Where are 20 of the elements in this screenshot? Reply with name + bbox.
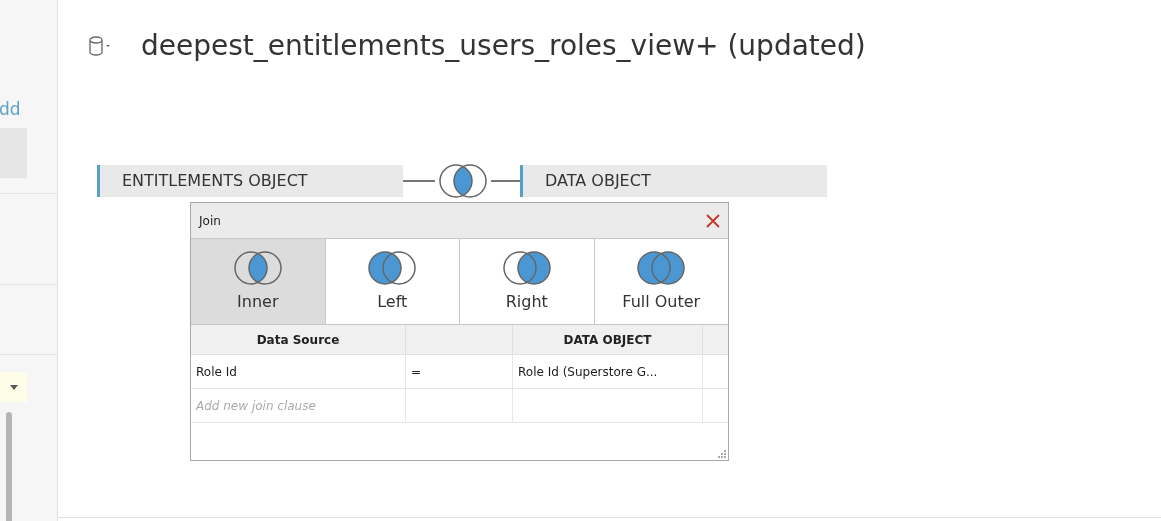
table-cell[interactable]: [513, 389, 703, 423]
column-header: Data Source: [191, 325, 406, 355]
close-icon[interactable]: [706, 213, 720, 228]
dialog-title: Join: [199, 212, 221, 230]
scrollbar[interactable]: [6, 412, 12, 521]
join-type-tab[interactable]: Inner: [191, 239, 325, 324]
table-cell[interactable]: =: [406, 355, 513, 389]
table-pill[interactable]: DATA OBJECT: [520, 165, 827, 197]
dropdown[interactable]: [0, 372, 27, 402]
table-cell[interactable]: Role Id: [191, 355, 406, 389]
column-header: [703, 325, 728, 355]
table-pill[interactable]: ENTITLEMENTS OBJECT: [97, 165, 403, 197]
database-icon[interactable]: [88, 36, 112, 56]
column-header: DATA OBJECT: [513, 325, 703, 355]
resize-grip-icon[interactable]: [718, 450, 726, 458]
table-cell[interactable]: Role Id (Superstore G...: [513, 355, 703, 389]
table-cell[interactable]: [406, 389, 513, 423]
join-connector[interactable]: [403, 165, 520, 197]
caret-icon: [9, 384, 18, 390]
data-source-title: deepest_entitlements_users_roles_view+ (updated): [141, 28, 866, 64]
